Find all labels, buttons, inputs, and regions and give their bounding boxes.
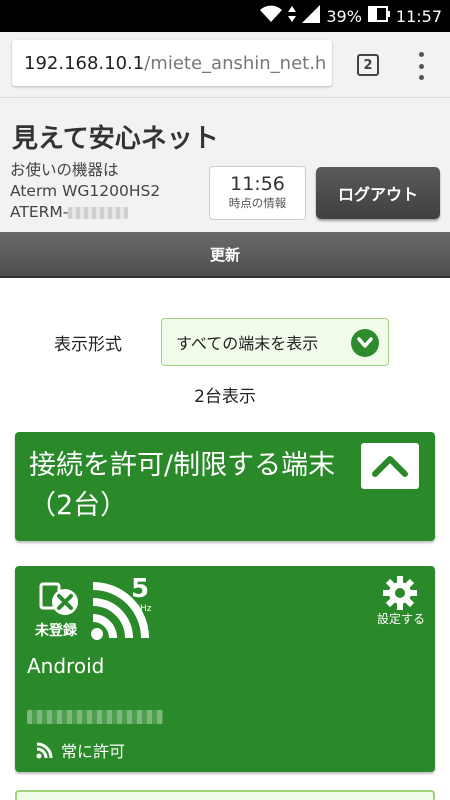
device-status: 未登録: [35, 623, 77, 639]
band-unit: GHz: [133, 604, 152, 614]
refresh-button[interactable]: 更新: [0, 232, 450, 278]
clock: 11:57: [395, 6, 442, 26]
data-arrows-icon: [288, 6, 297, 26]
mac-address-redacted: [27, 710, 163, 724]
settings-label[interactable]: 設定する: [377, 610, 425, 627]
wifi-icon: [260, 5, 283, 27]
tab-switcher-button[interactable]: 2: [357, 54, 379, 76]
wifi-small-icon: [36, 742, 53, 759]
display-format-select[interactable]: すべての端末を表示: [161, 318, 389, 366]
url-host: 192.168.10.1: [24, 52, 145, 74]
unregistered-device-icon: [39, 582, 83, 622]
chevron-down-icon: [351, 329, 379, 357]
ssid-redacted: [68, 206, 129, 219]
device-name: Android: [27, 654, 105, 678]
device-model: Aterm WG1200HS2: [10, 182, 161, 200]
timestamp-value: 11:56: [230, 173, 285, 195]
app-header: 見えて安心ネット お使いの機器は Aterm WG1200HS2 ATERM- …: [0, 98, 450, 232]
gear-icon[interactable]: [383, 576, 417, 614]
chevron-up-icon: [372, 456, 408, 477]
device-label: お使いの機器は: [10, 161, 119, 179]
url-path: /miete_anshin_net.h: [144, 52, 327, 74]
device-ssid: ATERM-: [10, 202, 160, 223]
signal-icon: [302, 5, 321, 27]
browser-toolbar: 192.168.10.1/miete_anshin_net.h 2: [0, 32, 450, 98]
device-card[interactable]: 未登録 5 GHz 設定する Android 常に許可: [15, 566, 435, 772]
display-format-value: すべての端末を表示: [176, 334, 319, 353]
logout-button[interactable]: ログアウト: [316, 167, 440, 219]
page-title: 見えて安心ネット: [12, 124, 219, 154]
status-bar: 39% 11:57: [0, 0, 450, 32]
permission-row: 常に許可: [35, 738, 125, 762]
collapse-button[interactable]: [361, 443, 419, 489]
battery-icon: [367, 5, 390, 27]
next-device-card[interactable]: [15, 790, 435, 800]
device-info: お使いの機器は Aterm WG1200HS2 ATERM-: [10, 160, 160, 223]
battery-percent: 39%: [326, 6, 362, 26]
timestamp-label: 時点の情報: [228, 196, 287, 210]
browser-menu-icon[interactable]: [415, 52, 427, 80]
info-timestamp: 11:56 時点の情報: [209, 166, 306, 220]
band-value: 5: [131, 574, 150, 604]
url-field[interactable]: 192.168.10.1/miete_anshin_net.h: [12, 40, 332, 86]
display-format-label: 表示形式: [54, 335, 122, 355]
device-count: 2台表示: [194, 387, 256, 407]
permission-status: 常に許可: [61, 742, 126, 761]
section-title: 接続を許可/制限する端末（2台）: [29, 450, 336, 521]
section-header[interactable]: 接続を許可/制限する端末（2台）: [15, 432, 435, 541]
ssid-prefix: ATERM-: [10, 203, 69, 221]
